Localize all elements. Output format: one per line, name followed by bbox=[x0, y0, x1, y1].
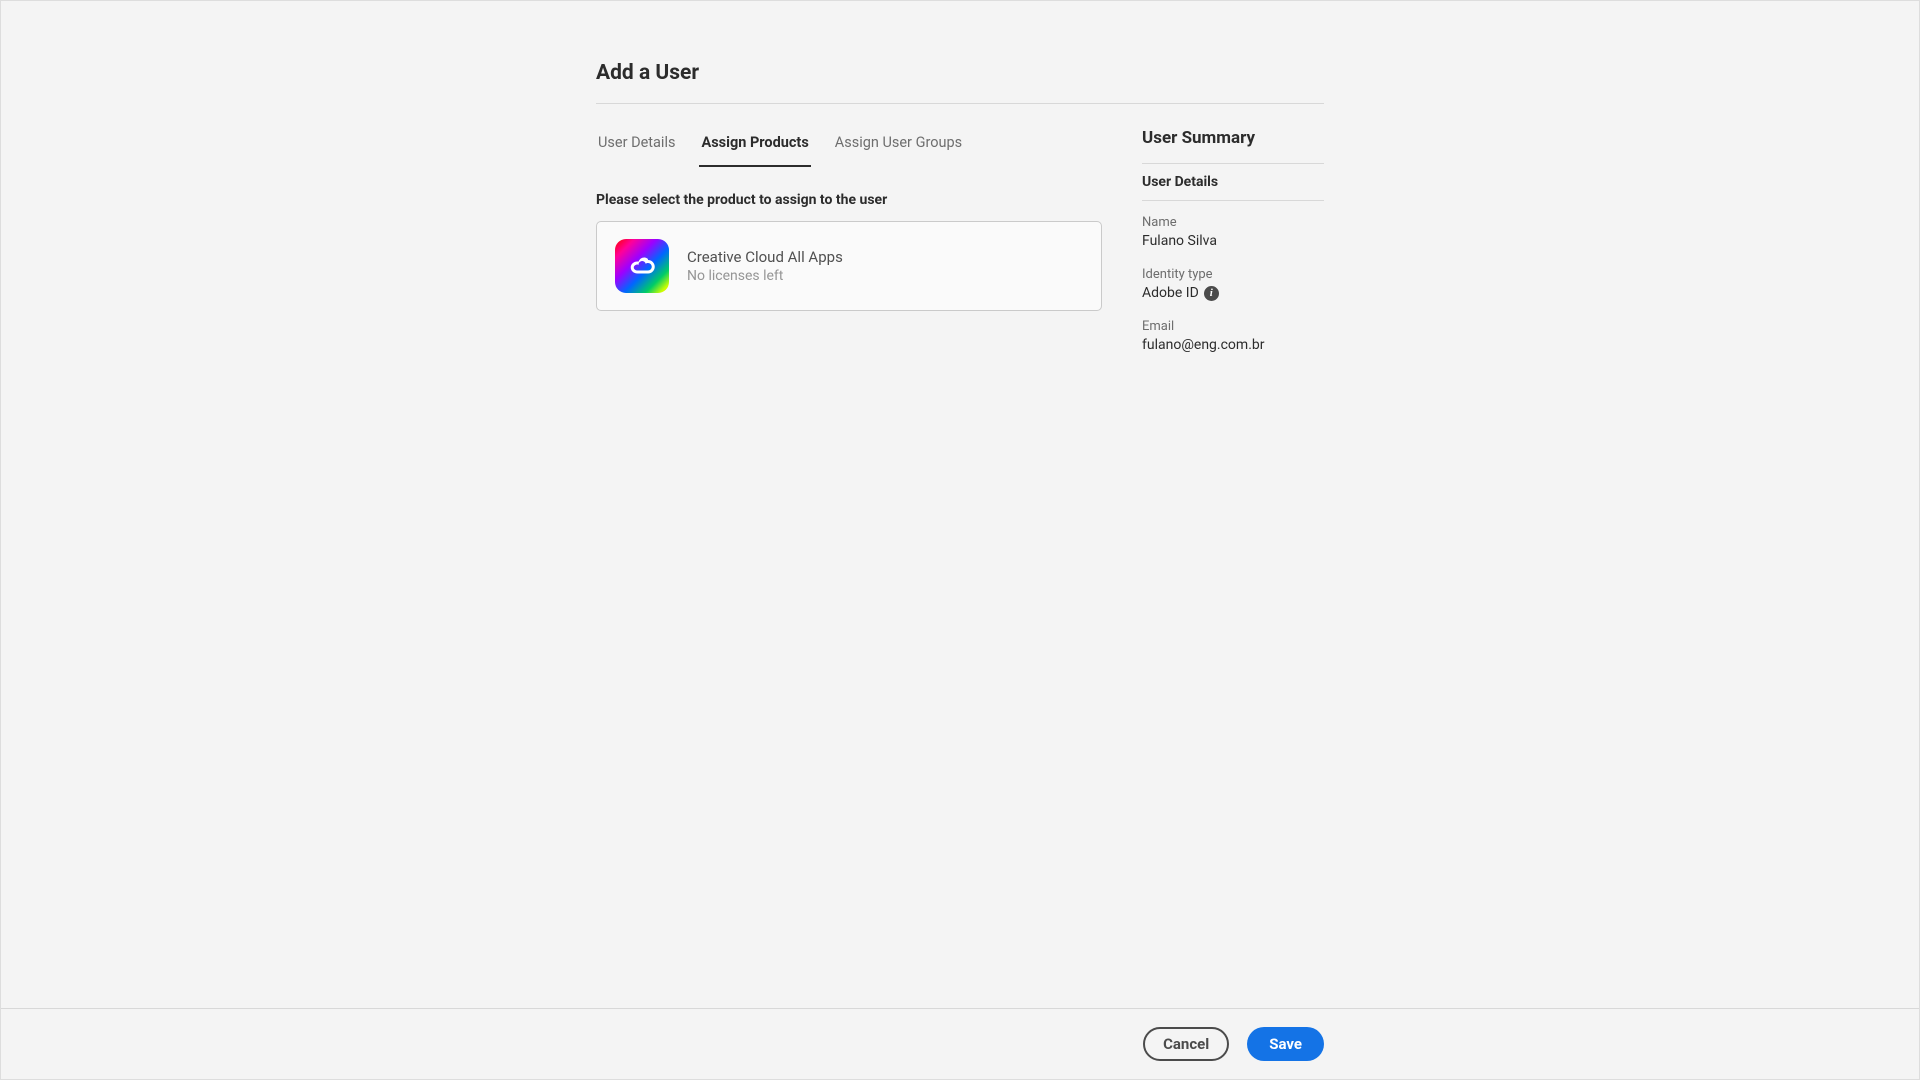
field-email-label: Email bbox=[1142, 319, 1324, 334]
field-identity-value-text: Adobe ID bbox=[1142, 285, 1199, 301]
cancel-button[interactable]: Cancel bbox=[1143, 1027, 1229, 1061]
footer-inner: Cancel Save bbox=[596, 1027, 1324, 1061]
content-wrapper: User Details Assign Products Assign User… bbox=[596, 126, 1324, 371]
field-identity-value: Adobe ID i bbox=[1142, 285, 1324, 301]
tab-assign-user-groups[interactable]: Assign User Groups bbox=[833, 126, 964, 167]
field-name-value: Fulano Silva bbox=[1142, 233, 1324, 249]
field-name: Name Fulano Silva bbox=[1142, 215, 1324, 249]
tab-assign-products[interactable]: Assign Products bbox=[699, 126, 810, 167]
product-status: No licenses left bbox=[687, 268, 843, 284]
field-name-label: Name bbox=[1142, 215, 1324, 230]
summary-section-title: User Details bbox=[1142, 163, 1324, 201]
section-prompt: Please select the product to assign to t… bbox=[596, 192, 1102, 208]
info-icon[interactable]: i bbox=[1204, 286, 1219, 301]
footer: Cancel Save bbox=[1, 1008, 1919, 1079]
page-title: Add a User bbox=[596, 61, 1324, 104]
field-identity-label: Identity type bbox=[1142, 267, 1324, 282]
field-email-value: fulano@eng.com.br bbox=[1142, 337, 1324, 353]
user-summary-panel: User Summary User Details Name Fulano Si… bbox=[1142, 126, 1324, 371]
product-name: Creative Cloud All Apps bbox=[687, 248, 843, 266]
product-info: Creative Cloud All Apps No licenses left bbox=[687, 248, 843, 284]
field-email: Email fulano@eng.com.br bbox=[1142, 319, 1324, 353]
main-content: User Details Assign Products Assign User… bbox=[596, 126, 1102, 371]
add-user-dialog: Add a User User Details Assign Products … bbox=[596, 1, 1324, 371]
field-identity: Identity type Adobe ID i bbox=[1142, 267, 1324, 301]
summary-title: User Summary bbox=[1142, 128, 1324, 163]
creative-cloud-icon bbox=[615, 239, 669, 293]
product-card[interactable]: Creative Cloud All Apps No licenses left bbox=[596, 221, 1102, 311]
save-button[interactable]: Save bbox=[1247, 1027, 1324, 1061]
tab-user-details[interactable]: User Details bbox=[596, 126, 677, 167]
tabs: User Details Assign Products Assign User… bbox=[596, 126, 1102, 167]
